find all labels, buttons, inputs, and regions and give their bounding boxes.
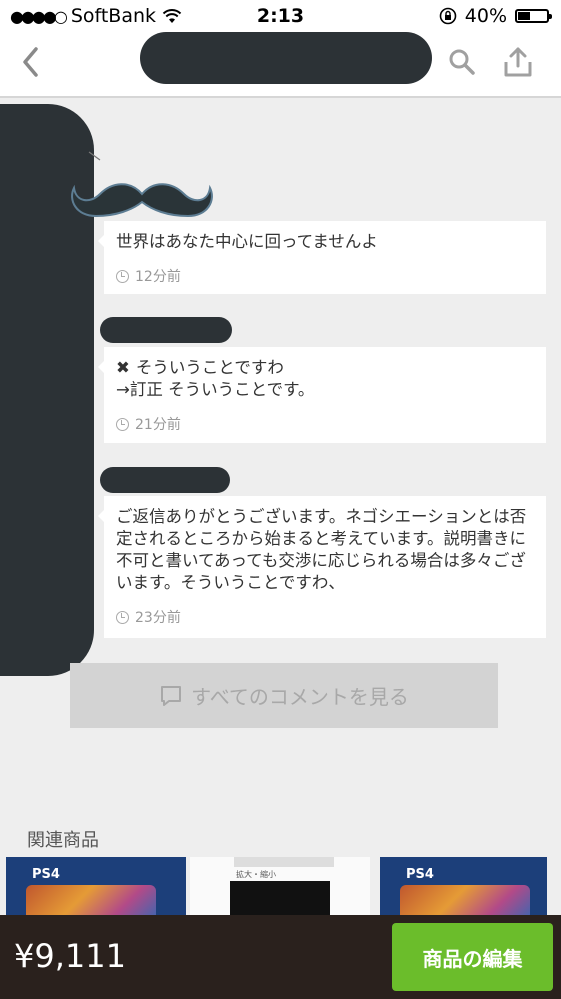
comment-card: ご返信ありがとうございます。ネゴシエーションとは否定されるところから始まると考え… (98, 496, 546, 638)
comment-timestamp: 12分前 (116, 266, 534, 286)
orientation-lock-icon (439, 7, 457, 25)
chevron-left-icon (23, 47, 38, 77)
view-all-comments-label: すべてのコメントを見る (191, 685, 409, 709)
comment-card: ✖ そういうことですわ →訂正 そういうことです。 21分前 (98, 347, 546, 443)
navigation-bar (0, 32, 561, 98)
game-cover-art (400, 885, 530, 917)
clock-icon (116, 417, 129, 431)
screenshot-image (230, 881, 330, 917)
share-icon (504, 47, 532, 77)
related-product-thumbnail[interactable]: 拡大・縮小 (190, 857, 370, 917)
ps4-badge: PS4 (406, 867, 434, 882)
comment-text: ✖ そういうことですわ →訂正 そういうことです。 (116, 357, 534, 401)
close-icon: ✖ (116, 358, 130, 377)
related-products-title: 関連商品 (27, 830, 99, 851)
comment-text: 世界はあなた中心に回ってませんよ (116, 232, 378, 251)
comment-time-label: 12分前 (135, 269, 181, 285)
clock-icon (116, 269, 129, 283)
share-button[interactable] (500, 44, 536, 80)
bottom-action-bar: ¥9,111 商品の編集 (0, 915, 561, 999)
item-price: ¥9,111 (14, 937, 126, 975)
related-product-thumbnail[interactable]: PS4 (380, 857, 547, 917)
status-bar: ●●●●○ SoftBank 2:13 40% (0, 0, 561, 32)
comment-card: 世界はあなた中心に回ってませんよ 12分前 (98, 221, 546, 294)
comment-text-line: →訂正 そういうことです。 (116, 380, 315, 399)
related-product-thumbnail[interactable]: PS4 (6, 857, 186, 917)
redacted-username (100, 317, 232, 343)
comment-bubble-icon (161, 685, 182, 706)
battery-icon (515, 9, 552, 23)
clock-icon (116, 610, 129, 624)
comment-time-label: 21分前 (135, 417, 181, 433)
ps4-badge: PS4 (32, 867, 60, 882)
thumbnail-caption: 拡大・縮小 (236, 870, 276, 879)
comment-timestamp: 23分前 (116, 607, 534, 627)
back-button[interactable] (12, 44, 48, 80)
game-cover-art (26, 885, 156, 917)
comment-timestamp: 21分前 (116, 414, 534, 434)
view-all-comments-button[interactable]: すべてのコメントを見る (70, 663, 498, 728)
redacted-username (100, 467, 230, 493)
reply-mark-icon (88, 151, 101, 161)
comment-text: ご返信ありがとうございます。ネゴシエーションとは否定されるところから始まると考え… (116, 507, 527, 592)
comment-time-label: 23分前 (135, 610, 181, 626)
mustache-sticker (71, 183, 213, 218)
edit-item-button[interactable]: 商品の編集 (392, 923, 553, 991)
battery-percent: 40% (464, 5, 507, 27)
search-icon (449, 49, 475, 75)
redacted-title (140, 32, 432, 84)
comment-text-line: そういうことですわ (135, 358, 284, 377)
search-button[interactable] (444, 44, 480, 80)
